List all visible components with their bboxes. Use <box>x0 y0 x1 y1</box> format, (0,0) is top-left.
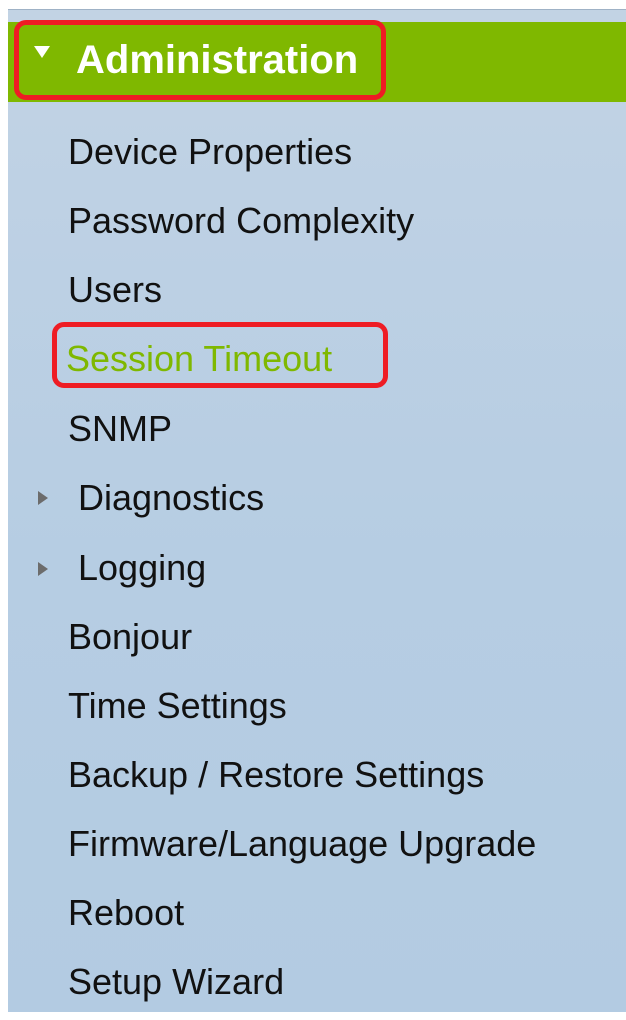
menu-item-logging[interactable]: Logging <box>78 546 206 590</box>
menu-item-setup-wizard[interactable]: Setup Wizard <box>68 960 284 1004</box>
menu-item-bonjour[interactable]: Bonjour <box>68 615 192 659</box>
caret-right-icon[interactable] <box>38 491 48 505</box>
screenshot-frame: Administration Device Properties Passwor… <box>0 0 626 1020</box>
administration-highlight-outline <box>14 20 386 100</box>
menu-item-backup-restore-settings[interactable]: Backup / Restore Settings <box>68 753 484 797</box>
menu-item-password-complexity[interactable]: Password Complexity <box>68 199 414 243</box>
menu-item-time-settings[interactable]: Time Settings <box>68 684 287 728</box>
menu-item-reboot[interactable]: Reboot <box>68 891 184 935</box>
menu-item-snmp[interactable]: SNMP <box>68 407 172 451</box>
session-timeout-highlight-outline <box>52 322 388 388</box>
menu-item-users[interactable]: Users <box>68 268 162 312</box>
menu-item-device-properties[interactable]: Device Properties <box>68 130 352 174</box>
caret-right-icon[interactable] <box>38 562 48 576</box>
menu-item-diagnostics[interactable]: Diagnostics <box>78 476 264 520</box>
menu-item-firmware-language-upgrade[interactable]: Firmware/Language Upgrade <box>68 822 536 866</box>
